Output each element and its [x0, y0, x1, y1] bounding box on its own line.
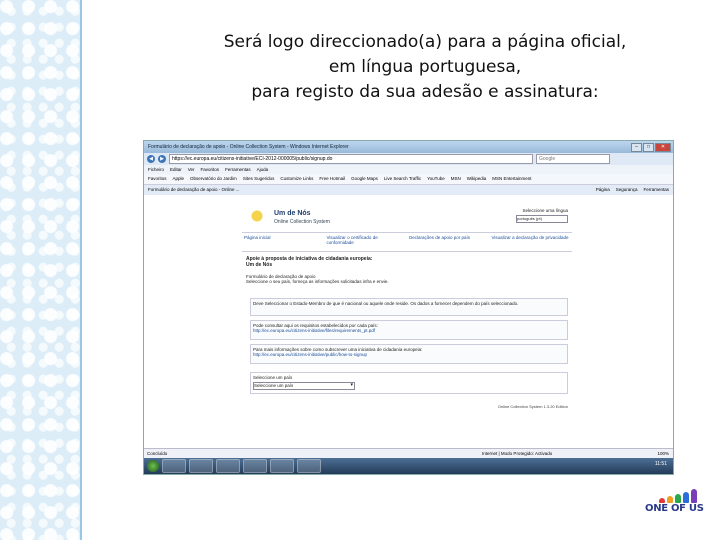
page-content: Um de Nós Online Collection System Selec… — [144, 196, 673, 448]
language-label: Seleccione uma língua — [522, 208, 568, 213]
fav-link[interactable]: Observatório do Jardim — [190, 174, 237, 184]
logo-icon — [244, 206, 270, 226]
caption-line-2: em língua portuguesa, — [328, 57, 522, 77]
country-selection: Seleccione um país Seleccione um país — [250, 372, 568, 394]
address-row: ◀ ▶ https://ec.europa.eu/citizens-initia… — [144, 153, 673, 165]
form-instructions: Seleccione o seu país, forneça as inform… — [246, 279, 389, 284]
taskbar-app[interactable] — [189, 459, 213, 473]
decorative-divider — [80, 0, 82, 540]
taskbar-clock: 11:51 — [654, 461, 667, 467]
fav-link[interactable]: Sites Sugeridos — [243, 174, 275, 184]
country-label: Seleccione um país — [253, 375, 293, 380]
fav-link[interactable]: Live Search Traffic — [384, 174, 421, 184]
tab-tools: Página Segurança Ferramentas — [596, 185, 669, 195]
fav-link[interactable]: MSN Entertainment — [492, 174, 531, 184]
start-button[interactable] — [147, 460, 159, 472]
favorites-bar: Favoritos Apple Observatório do Jardim S… — [144, 174, 673, 185]
tools-menu[interactable]: Ferramentas — [643, 185, 669, 195]
page-menu[interactable]: Página — [596, 185, 610, 195]
page-nav: Página inicial Visualizar o certificado … — [242, 232, 572, 252]
fav-link[interactable]: Google Maps — [351, 174, 378, 184]
page-title: Apoie à proposta de iniciativa de cidada… — [246, 256, 372, 268]
org-subtitle: Online Collection System — [274, 219, 330, 225]
taskbar-app[interactable] — [270, 459, 294, 473]
caption-line-3: para registo da sua adesão e assinatura: — [251, 82, 599, 102]
decorative-side-strip — [0, 0, 80, 540]
address-bar[interactable]: https://ec.europa.eu/citizens-initiative… — [169, 154, 533, 164]
title-line-2: Um de Nós — [246, 262, 273, 268]
info-text: Deve Seleccionar o Estado-Membro de que … — [253, 301, 519, 306]
fav-link[interactable]: Wikipedia — [467, 174, 487, 184]
slide-caption: Será logo direccionado(a) para a página … — [200, 30, 650, 105]
menu-help[interactable]: Ajuda — [257, 165, 269, 174]
menu-tools[interactable]: Ferramentas — [225, 165, 251, 174]
minimize-button[interactable]: – — [631, 143, 642, 152]
brand-logo: ONE OF US — [645, 487, 707, 517]
fav-link[interactable]: MSN — [451, 174, 461, 184]
version-text: Online Collection System 1.3.20 Edition — [497, 404, 568, 409]
form-heading: Formulário de declaração de apoio Selecc… — [246, 274, 389, 284]
taskbar: 11:51 — [144, 458, 673, 474]
caption-line-1: Será logo direccionado(a) para a página … — [223, 32, 627, 52]
fav-link[interactable]: Free Hotmail — [319, 174, 345, 184]
maximize-button[interactable]: □ — [643, 143, 654, 152]
taskbar-app[interactable] — [162, 459, 186, 473]
info-box-requirements: Pode consultar aqui os requisitos estabe… — [250, 320, 568, 340]
info-box-country: Deve Seleccionar o Estado-Membro de que … — [250, 298, 568, 316]
menu-edit[interactable]: Editar — [170, 165, 182, 174]
search-input[interactable]: Google — [536, 154, 610, 164]
brand-text: ONE OF US — [645, 503, 704, 514]
tab-active[interactable]: Formulário de declaração de apoio - Onli… — [148, 187, 240, 192]
info-box-howto: Para mais informações sobre como subscre… — [250, 344, 568, 364]
window-title: Formulário de declaração de apoio - Onli… — [148, 144, 349, 150]
requirements-link[interactable]: http://ec.europa.eu/citizens-initiative/… — [253, 328, 565, 333]
taskbar-app[interactable] — [243, 459, 267, 473]
tab-row: Formulário de declaração de apoio - Onli… — [144, 185, 673, 195]
nav-privacy[interactable]: Visualizar a declaração de privacidade — [490, 233, 573, 251]
fav-link[interactable]: YouTube — [427, 174, 445, 184]
country-select[interactable]: Seleccione um país — [253, 382, 355, 390]
fav-link[interactable]: Apple — [173, 174, 185, 184]
window-titlebar: Formulário de declaração de apoio - Onli… — [144, 141, 673, 153]
taskbar-app[interactable] — [297, 459, 321, 473]
menu-view[interactable]: Ver — [188, 165, 195, 174]
org-name: Um de Nós — [274, 210, 311, 217]
favorites-button[interactable]: Favoritos — [148, 174, 167, 184]
back-button[interactable]: ◀ — [147, 155, 155, 163]
close-button[interactable]: ✕ — [655, 143, 671, 152]
nav-certificate[interactable]: Visualizar o certificado de conformidade — [325, 233, 408, 251]
language-select[interactable]: português (pt) — [516, 215, 568, 223]
taskbar-app[interactable] — [216, 459, 240, 473]
web-page: Um de Nós Online Collection System Selec… — [242, 206, 572, 446]
menu-favorites[interactable]: Favoritos — [201, 165, 220, 174]
browser-screenshot: Formulário de declaração de apoio - Onli… — [143, 140, 674, 475]
forward-button[interactable]: ▶ — [158, 155, 166, 163]
window-controls: – □ ✕ — [631, 143, 671, 152]
nav-statements-by-country[interactable]: Declarações de apoio por país — [407, 233, 490, 251]
fav-link[interactable]: Customize Links — [280, 174, 313, 184]
safety-menu[interactable]: Segurança — [616, 185, 638, 195]
howto-link[interactable]: http://ec.europa.eu/citizens-initiative/… — [253, 352, 565, 357]
nav-home[interactable]: Página inicial — [242, 233, 325, 251]
menu-file[interactable]: Ficheiro — [148, 165, 164, 174]
people-figures-icon — [659, 487, 705, 503]
menu-bar: Ficheiro Editar Ver Favoritos Ferramenta… — [144, 165, 673, 174]
